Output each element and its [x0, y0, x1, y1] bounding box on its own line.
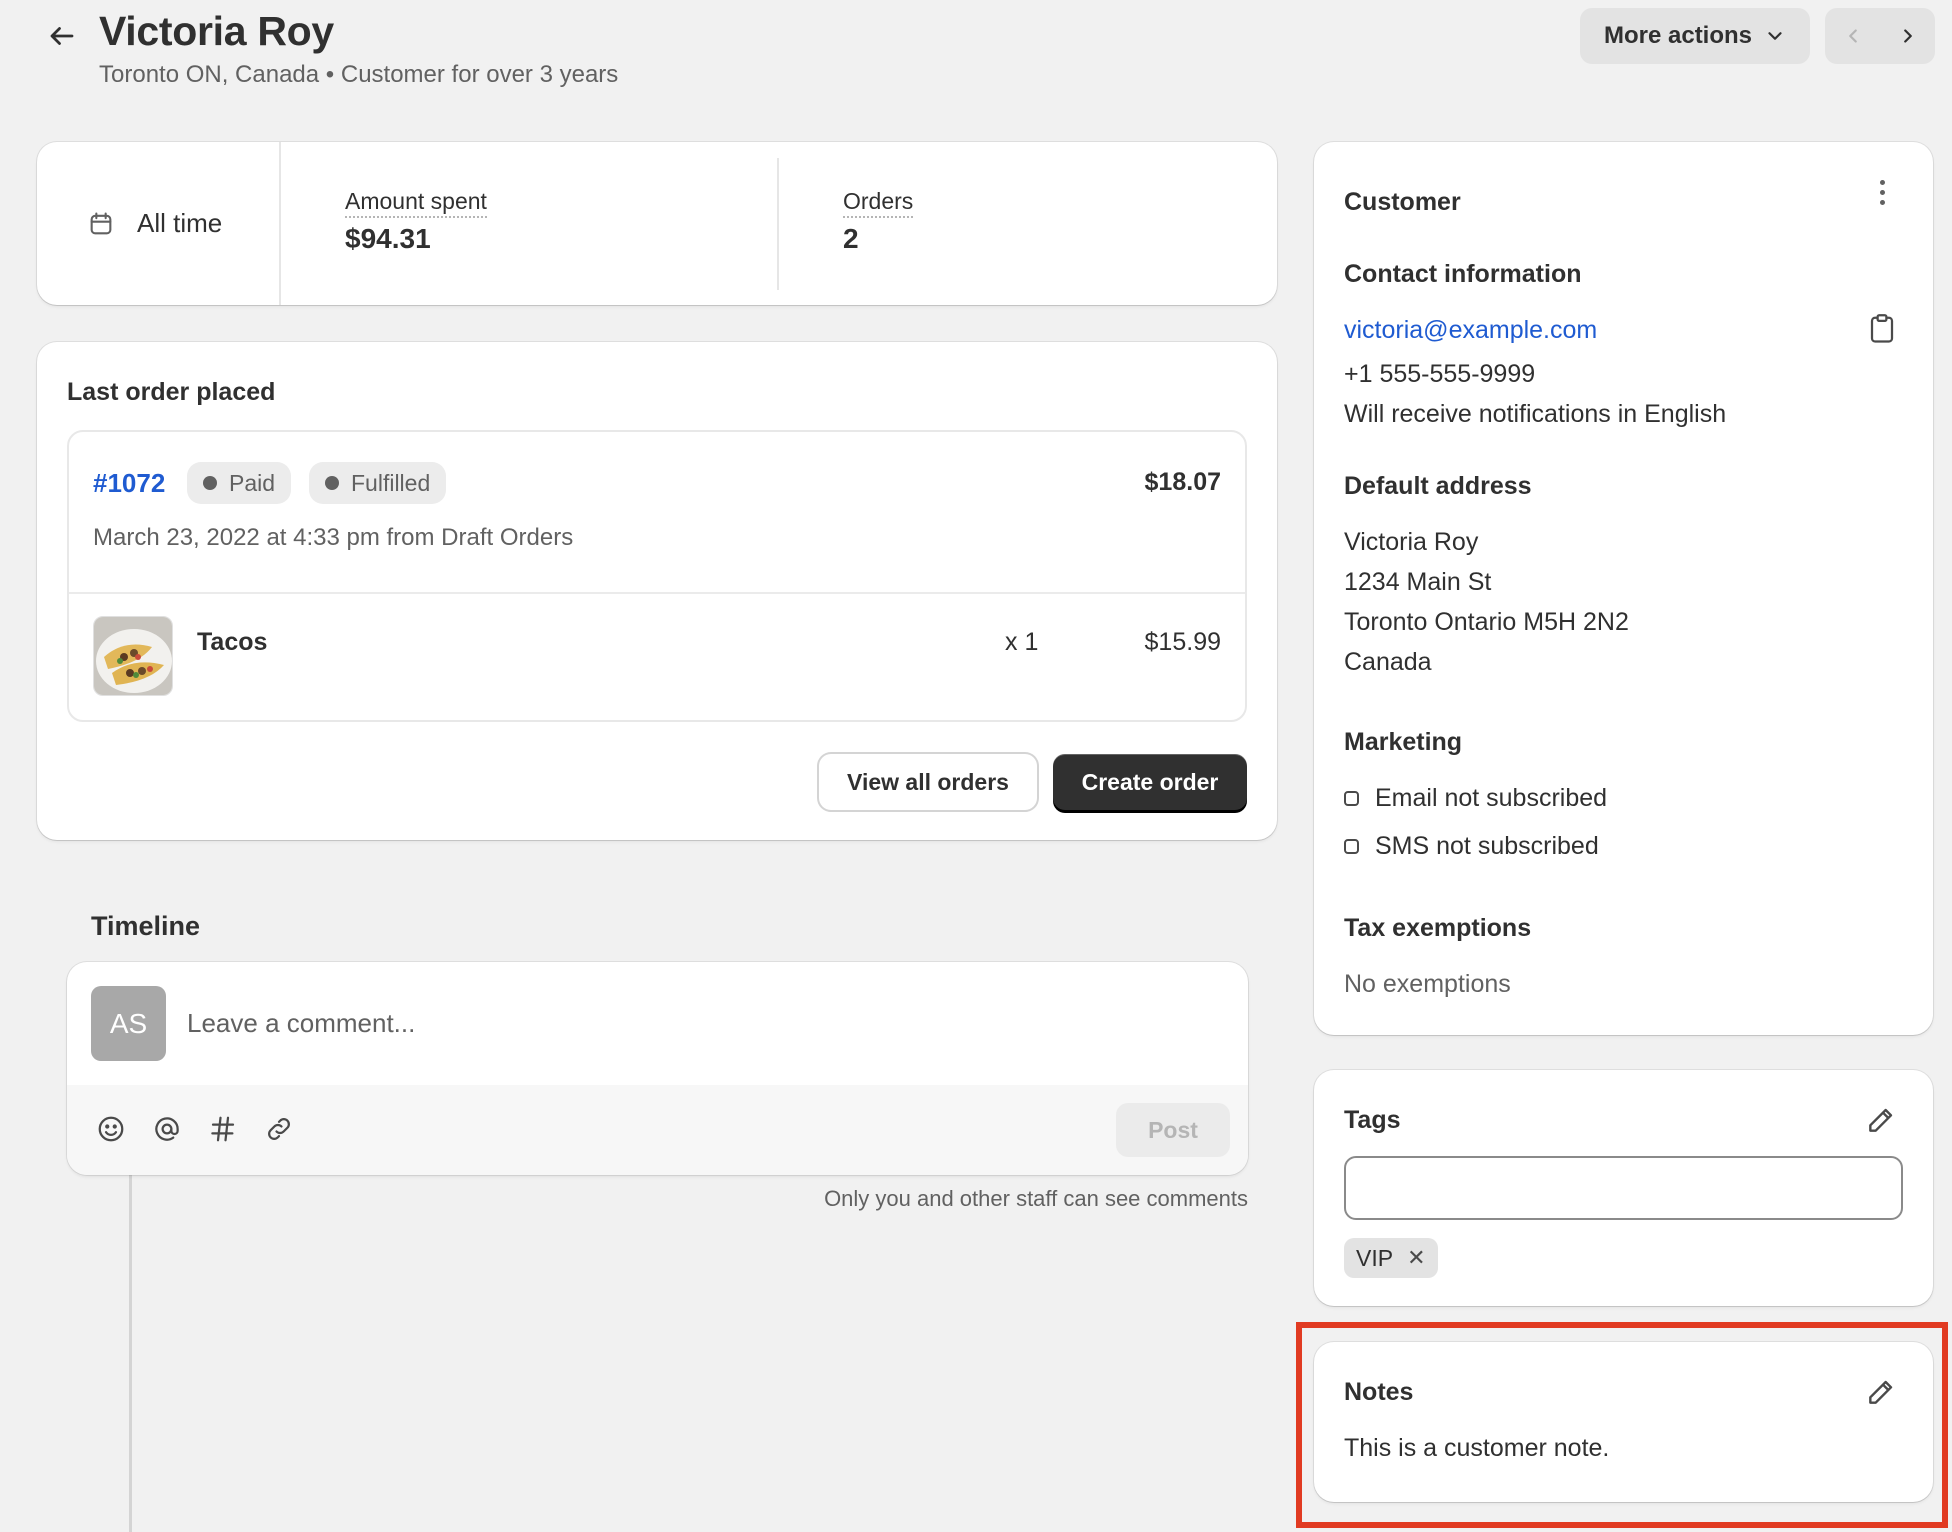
tags-input[interactable] — [1344, 1156, 1903, 1220]
amount-spent-label: Amount spent — [345, 188, 487, 218]
customer-email-link[interactable]: victoria@example.com — [1344, 316, 1597, 345]
date-range-label: All time — [137, 208, 223, 238]
customer-stats-card: All time Amount spent $94.31 Orders 2 — [37, 142, 1277, 305]
fulfillment-status-badge: Fulfilled — [309, 462, 447, 504]
create-order-button[interactable]: Create order — [1053, 754, 1247, 810]
order-number-link[interactable]: #1072 — [93, 468, 165, 499]
item-quantity: x 1 — [1005, 628, 1039, 656]
divider — [777, 158, 779, 290]
comment-composer: AS Post — [67, 962, 1248, 1175]
mention-icon[interactable] — [147, 1109, 187, 1149]
comment-visibility-note: Only you and other staff can see comment… — [824, 1186, 1248, 1211]
orders-label: Orders — [843, 188, 914, 218]
fulfillment-status-label: Fulfilled — [351, 469, 431, 496]
back-button[interactable] — [42, 16, 82, 56]
last-order-title: Last order placed — [67, 378, 276, 406]
status-dot-icon — [203, 476, 217, 490]
default-address-title: Default address — [1344, 472, 1532, 500]
email-marketing-status: Email not subscribed — [1344, 784, 1607, 813]
address-line: Victoria Roy — [1344, 528, 1479, 556]
tacos-image-icon — [94, 617, 172, 695]
more-options-icon[interactable] — [1867, 172, 1897, 212]
tags-card: Tags VIP ✕ — [1314, 1070, 1933, 1306]
address-line: Toronto Ontario M5H 2N2 — [1344, 608, 1629, 636]
notification-language: Will receive notifications in English — [1344, 400, 1727, 428]
tag-chip: VIP ✕ — [1344, 1238, 1438, 1278]
order-summary: #1072 Paid Fulfilled $18.07 March 23, 20… — [67, 430, 1247, 722]
product-thumbnail — [93, 616, 173, 696]
address-line: Canada — [1344, 648, 1432, 676]
avatar: AS — [91, 986, 166, 1061]
last-order-card: Last order placed #1072 Paid Fulfilled $… — [37, 342, 1277, 840]
timeline-line — [129, 1170, 132, 1532]
item-name: Tacos — [197, 628, 268, 656]
comment-toolbar: Post — [67, 1085, 1248, 1175]
sms-marketing-label: SMS not subscribed — [1375, 832, 1599, 860]
email-marketing-label: Email not subscribed — [1375, 784, 1608, 812]
divider — [279, 142, 281, 305]
chevron-down-icon — [1768, 32, 1782, 40]
chevron-left-icon — [1848, 29, 1857, 43]
tags-title: Tags — [1344, 1106, 1401, 1134]
post-button[interactable]: Post — [1116, 1103, 1230, 1157]
notes-card: Notes This is a customer note. — [1314, 1342, 1933, 1502]
remove-tag-icon[interactable]: ✕ — [1407, 1245, 1425, 1271]
amount-spent-stat: Amount spent $94.31 — [345, 188, 487, 255]
customer-card: Customer Contact information victoria@ex… — [1314, 142, 1933, 1035]
status-indicator-icon — [1344, 791, 1359, 806]
pager — [1825, 8, 1935, 64]
comment-input[interactable] — [187, 998, 1207, 1048]
customer-phone: +1 555-555-9999 — [1344, 360, 1536, 388]
order-total: $18.07 — [1144, 468, 1221, 496]
contact-info-title: Contact information — [1344, 260, 1582, 288]
more-actions-button[interactable]: More actions — [1580, 8, 1810, 64]
item-price: $15.99 — [1144, 628, 1221, 656]
more-actions-label: More actions — [1603, 22, 1753, 49]
emoji-icon[interactable] — [91, 1109, 131, 1149]
page-title: Victoria Roy — [99, 8, 334, 54]
marketing-title: Marketing — [1344, 728, 1463, 756]
order-date: March 23, 2022 at 4:33 pm from Draft Ord… — [93, 524, 574, 551]
previous-customer-button[interactable] — [1825, 8, 1880, 64]
page-subtitle: Toronto ON, Canada • Customer for over 3… — [99, 61, 619, 88]
orders-value: 2 — [843, 223, 859, 254]
customer-card-title: Customer — [1344, 188, 1461, 216]
notes-body: This is a customer note. — [1344, 1434, 1610, 1462]
address-line: 1234 Main St — [1344, 568, 1492, 596]
view-all-orders-button[interactable]: View all orders — [819, 754, 1037, 810]
calendar-icon — [90, 211, 112, 234]
tag-label: VIP — [1356, 1244, 1394, 1271]
sms-marketing-status: SMS not subscribed — [1344, 832, 1599, 861]
copy-email-icon[interactable] — [1867, 312, 1897, 346]
divider — [69, 592, 1245, 594]
link-icon[interactable] — [259, 1109, 299, 1149]
arrow-left-icon — [50, 27, 74, 45]
date-range-selector[interactable]: All time — [87, 208, 222, 239]
tax-exemptions-title: Tax exemptions — [1344, 914, 1532, 942]
timeline-title: Timeline — [91, 911, 201, 941]
hashtag-icon[interactable] — [203, 1109, 243, 1149]
tax-exemptions-value: No exemptions — [1344, 970, 1511, 998]
status-dot-icon — [325, 476, 339, 490]
chevron-right-icon — [1903, 29, 1912, 43]
notes-title: Notes — [1344, 1378, 1414, 1406]
next-customer-button[interactable] — [1880, 8, 1935, 64]
edit-tags-icon[interactable] — [1865, 1104, 1897, 1136]
payment-status-label: Paid — [229, 469, 276, 496]
status-indicator-icon — [1344, 839, 1359, 854]
orders-stat: Orders 2 — [843, 188, 914, 255]
edit-notes-icon[interactable] — [1865, 1376, 1897, 1408]
amount-spent-value: $94.31 — [345, 223, 431, 254]
payment-status-badge: Paid — [187, 462, 292, 504]
